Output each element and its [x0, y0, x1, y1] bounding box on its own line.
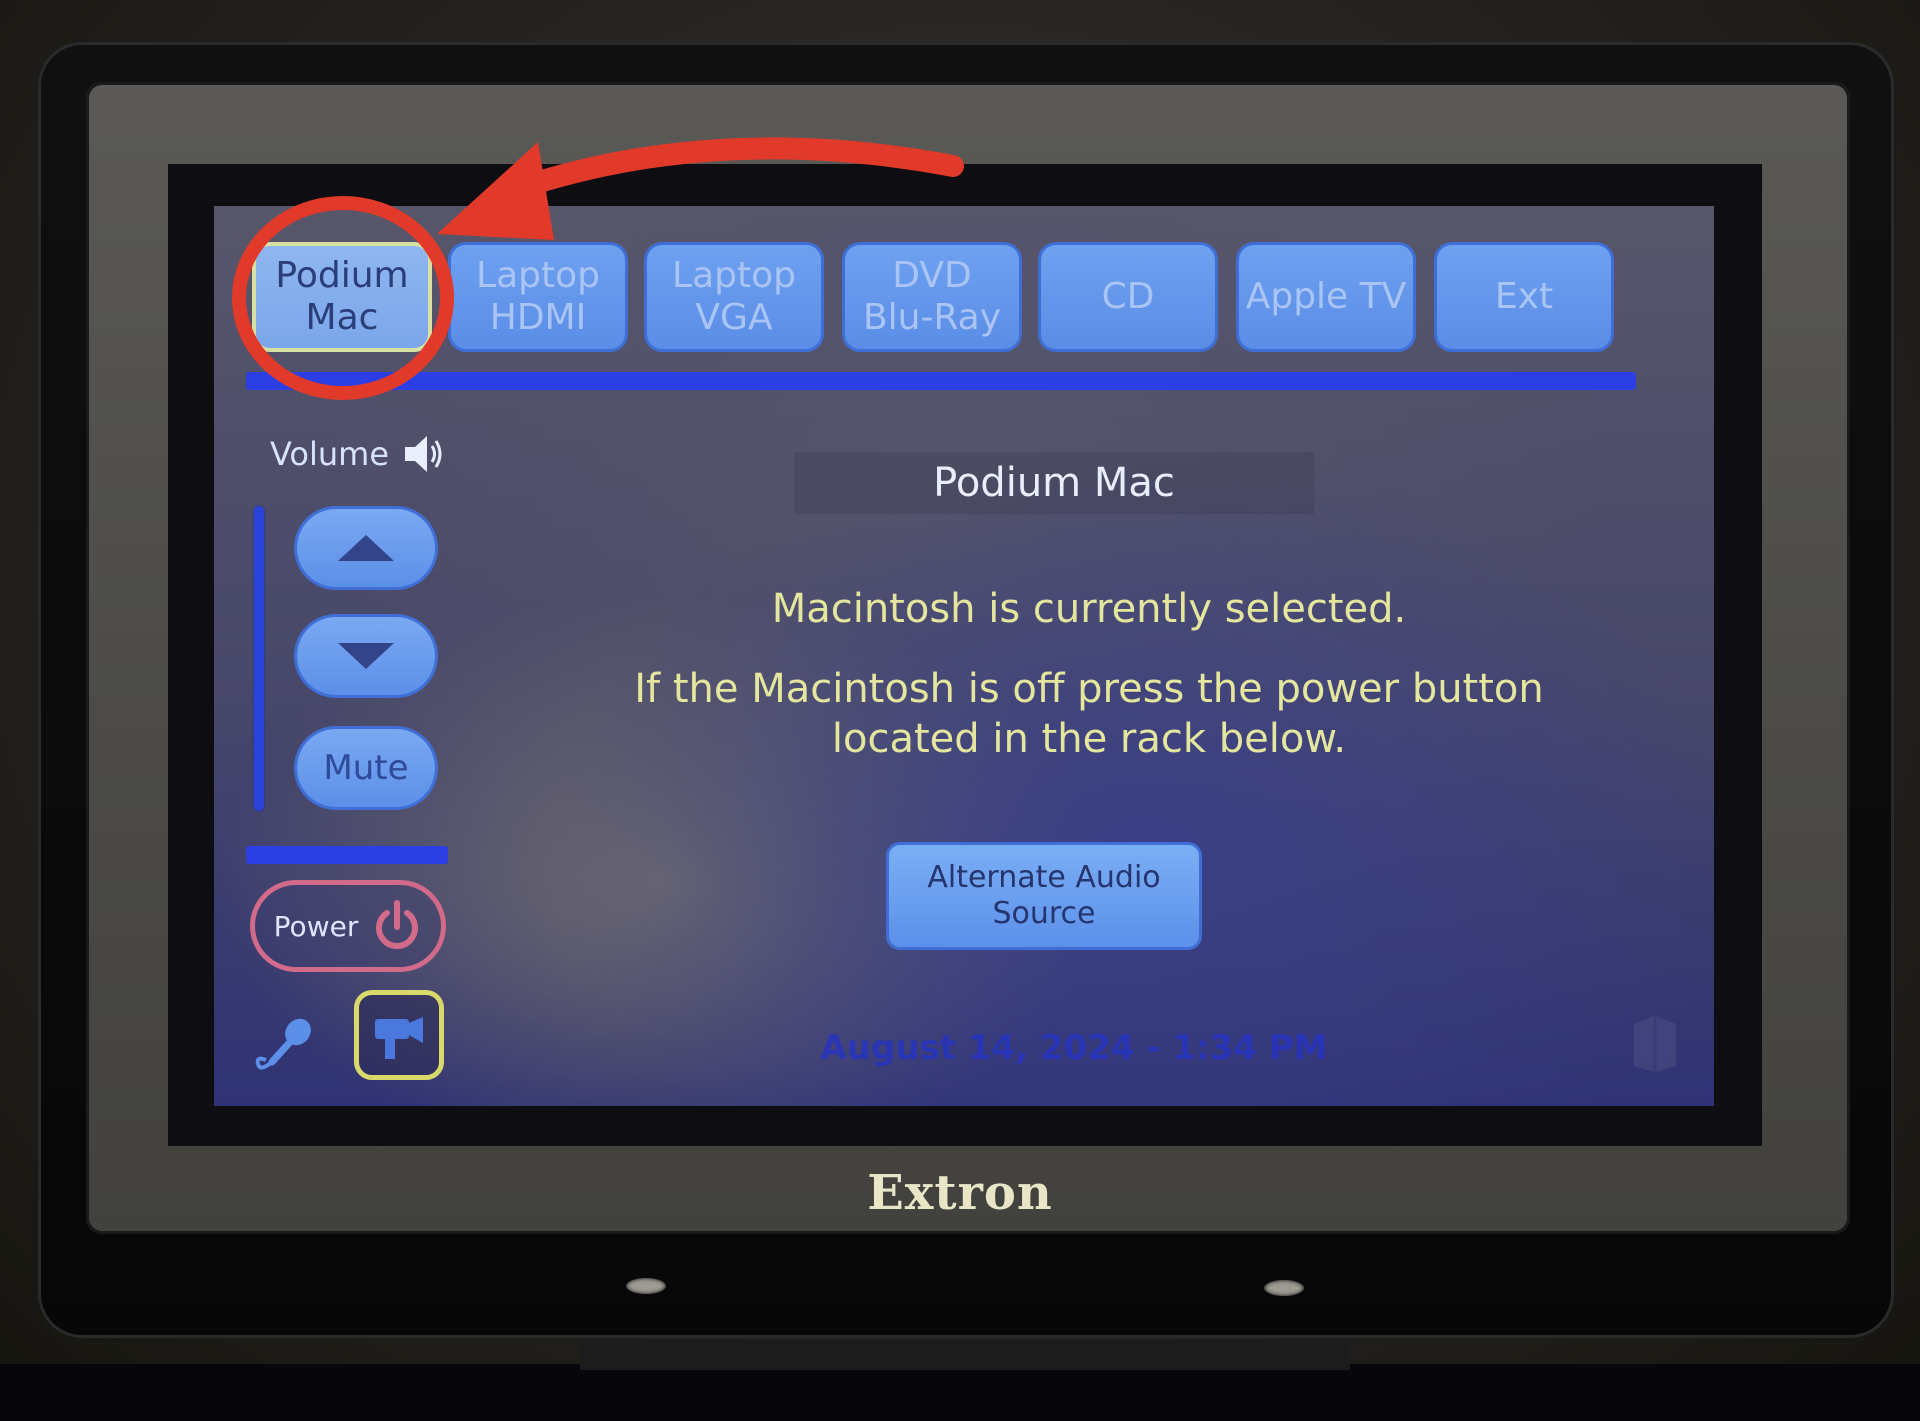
tab-laptop-vga[interactable]: Laptop VGA [644, 242, 824, 352]
book-icon[interactable] [1630, 1014, 1680, 1074]
microphone-icon[interactable] [250, 1012, 320, 1082]
status-message: Macintosh is currently selected. [771, 586, 1407, 632]
tab-dvd-bluray[interactable]: DVD Blu-Ray [842, 242, 1022, 352]
touch-screen: Podium Mac Laptop HDMI Laptop VGA DVD Bl… [214, 206, 1714, 1106]
brand-logo: Extron [867, 1165, 1053, 1221]
camera-button[interactable] [354, 990, 444, 1080]
arrow-up-icon [338, 535, 394, 561]
device-photo: Podium Mac Laptop HDMI Laptop VGA DVD Bl… [0, 0, 1920, 1421]
tab-ext[interactable]: Ext [1434, 242, 1614, 352]
date-time-display: August 14, 2024 - 1:34 PM [820, 1028, 1328, 1068]
page-title: Podium Mac [794, 452, 1314, 514]
power-button[interactable]: Power [250, 880, 446, 972]
background-strip [0, 1364, 1920, 1421]
volume-header: Volume [270, 432, 443, 476]
camera-icon [375, 1017, 423, 1059]
tab-cd[interactable]: CD [1038, 242, 1218, 352]
power-icon [376, 900, 419, 949]
volume-label: Volume [270, 435, 390, 473]
left-divider-bar [246, 846, 448, 864]
tab-laptop-hdmi[interactable]: Laptop HDMI [448, 242, 628, 352]
tab-apple-tv[interactable]: Apple TV [1236, 242, 1416, 352]
mute-button[interactable]: Mute [294, 726, 438, 810]
volume-level-track[interactable] [254, 506, 264, 811]
power-label: Power [273, 909, 359, 943]
tab-podium-mac[interactable]: Podium Mac [252, 242, 432, 352]
instruction-message: If the Macintosh is off press the power … [634, 666, 1544, 762]
device-stand [580, 1340, 1350, 1370]
indicator-light-left [626, 1278, 666, 1294]
indicator-light-right [1264, 1280, 1304, 1296]
speaker-icon [405, 436, 442, 472]
volume-up-button[interactable] [294, 506, 438, 590]
tab-underline-bar [246, 372, 1636, 390]
source-tabs: Podium Mac Laptop HDMI Laptop VGA DVD Bl… [248, 242, 1648, 352]
volume-down-button[interactable] [294, 614, 438, 698]
alternate-audio-source-button[interactable]: Alternate Audio Source [886, 842, 1202, 950]
arrow-down-icon [338, 643, 394, 669]
